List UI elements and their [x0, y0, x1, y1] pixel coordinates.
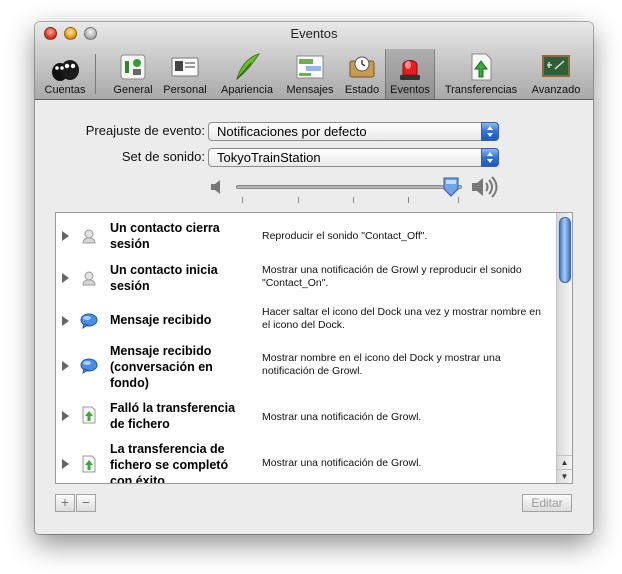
toolbar-label: Apariencia	[221, 84, 273, 96]
event-action: Mostrar nombre en el icono del Dock y mo…	[262, 352, 501, 377]
slider-tick	[298, 197, 299, 203]
event-name: Un contacto inicia sesión	[110, 263, 218, 293]
event-name: Mensaje recibido (conversación en fondo)	[110, 344, 213, 390]
remove-button[interactable]: −	[76, 494, 96, 512]
preferences-window: Eventos Cuentas General Personal Aparien…	[35, 22, 593, 534]
event-name: Mensaje recibido	[110, 313, 212, 327]
window-title: Eventos	[290, 26, 338, 41]
advanced-icon	[542, 55, 570, 77]
event-row[interactable]: Un contacto inicia sesión Mostrar una no…	[56, 261, 554, 297]
popup-arrows-icon	[481, 122, 499, 141]
add-button[interactable]: +	[55, 494, 75, 512]
preset-label: Preajuste de evento:	[85, 123, 205, 138]
preset-value: Notificaciones por defecto	[217, 124, 367, 139]
event-row[interactable]: Mensaje recibido (conversación en fondo)…	[56, 343, 554, 395]
disclosure-triangle-icon[interactable]	[62, 361, 69, 371]
personal-icon	[171, 57, 199, 77]
toolbar-label: Personal	[163, 84, 207, 96]
event-name: Un contacto cierra sesión	[110, 221, 220, 251]
edit-button[interactable]: Editar	[522, 494, 572, 512]
slider-tick	[408, 197, 409, 203]
disclosure-triangle-icon[interactable]	[62, 231, 69, 241]
toolbar-item-estado[interactable]: Estado	[340, 49, 384, 99]
popup-arrows-icon	[481, 148, 499, 167]
toolbar-item-cuentas[interactable]: Cuentas	[41, 49, 89, 99]
event-row[interactable]: Mensaje recibido Hacer saltar el icono d…	[56, 303, 554, 339]
messages-icon	[296, 55, 324, 79]
event-row[interactable]: Falló la transferencia de fichero Mostra…	[56, 399, 554, 435]
status-icon	[349, 56, 375, 78]
volume-slider-track[interactable]	[236, 185, 462, 189]
event-action: Mostrar una notificación de Growl.	[262, 457, 422, 469]
sound-set-popup[interactable]: TokyoTrainStation	[208, 148, 499, 167]
sound-set-value: TokyoTrainStation	[217, 150, 321, 165]
toolbar-item-eventos[interactable]: Eventos	[385, 49, 435, 99]
event-row[interactable]: Un contacto cierra sesión Reproducir el …	[56, 219, 554, 255]
volume-low-icon	[211, 180, 220, 194]
disclosure-triangle-icon[interactable]	[62, 459, 69, 469]
sound-label: Set de sonido:	[121, 149, 205, 164]
volume-high-icon	[472, 176, 498, 198]
alarm-icon	[400, 60, 420, 80]
toolbar-label: General	[113, 84, 153, 96]
event-name: Falló la transferencia de fichero	[110, 401, 236, 431]
slider-tick	[458, 197, 459, 203]
toolbar-label: Avanzado	[531, 84, 581, 96]
toolbar-item-personal[interactable]: Personal	[159, 49, 211, 99]
file-transfer-icon	[82, 455, 96, 473]
message-bubble-icon	[80, 313, 98, 330]
event-action: Reproducir el sonido "Contact_Off".	[262, 230, 428, 242]
contact-offline-icon	[82, 229, 96, 244]
event-action: Hacer saltar el icono del Dock una vez y…	[262, 306, 541, 331]
slider-tick	[242, 197, 243, 203]
scroll-down-button[interactable]: ▼	[557, 469, 572, 483]
contact-online-icon	[82, 271, 96, 286]
event-row[interactable]: La transferencia de fichero se completó …	[56, 441, 554, 484]
toolbar-label: Mensajes	[286, 84, 334, 96]
toolbar-label: Transferencias	[444, 84, 518, 96]
general-icon	[120, 54, 146, 80]
slider-tick	[353, 197, 354, 203]
event-name: La transferencia de fichero se completó …	[110, 442, 229, 484]
event-action: Mostrar una notificación de Growl.	[262, 411, 422, 423]
toolbar-item-mensajes[interactable]: Mensajes	[281, 49, 339, 99]
disclosure-triangle-icon[interactable]	[62, 411, 69, 421]
events-list[interactable]: Un contacto cierra sesión Reproducir el …	[55, 212, 573, 484]
scroll-up-button[interactable]: ▲	[557, 455, 572, 469]
scrollbar-thumb[interactable]	[559, 217, 571, 283]
toolbar-label: Eventos	[390, 84, 430, 96]
titlebar: Eventos Cuentas General Personal Aparien…	[35, 22, 593, 100]
message-bubble-icon	[80, 358, 98, 375]
toolbar-item-transferencias[interactable]: Transferencias	[439, 49, 523, 99]
toolbar-item-apariencia[interactable]: Apariencia	[215, 49, 279, 99]
event-action: Mostrar una notificación de Growl y repr…	[262, 264, 522, 289]
toolbar-label: Estado	[344, 84, 380, 96]
toolbar-separator	[95, 54, 96, 94]
appearance-icon	[236, 53, 261, 81]
preset-popup[interactable]: Notificaciones por defecto	[208, 122, 499, 141]
toolbar-item-general[interactable]: General	[109, 49, 157, 99]
disclosure-triangle-icon[interactable]	[62, 316, 69, 326]
disclosure-triangle-icon[interactable]	[62, 273, 69, 283]
toolbar-item-avanzado[interactable]: Avanzado	[525, 49, 587, 99]
volume-slider-thumb[interactable]	[443, 177, 459, 197]
vertical-scrollbar[interactable]: ▲ ▼	[556, 213, 572, 483]
accounts-icon	[52, 60, 79, 81]
toolbar-label: Cuentas	[44, 84, 86, 96]
file-transfer-icon	[82, 406, 96, 424]
transfers-icon	[471, 53, 492, 81]
